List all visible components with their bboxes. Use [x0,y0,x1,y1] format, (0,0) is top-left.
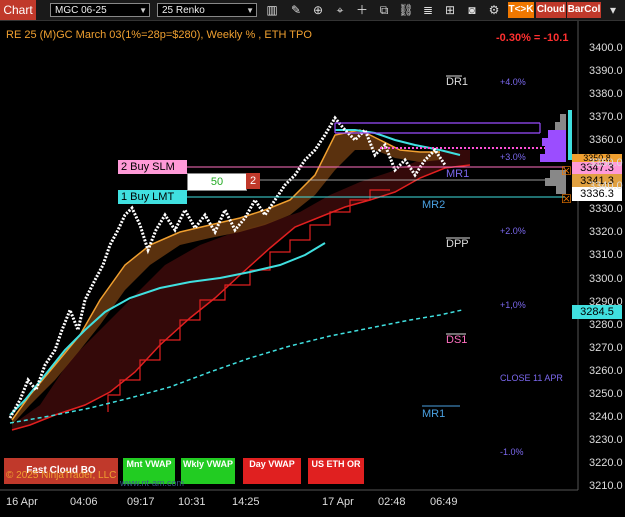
price-label: 3360.0 [589,134,623,147]
layers-icon[interactable]: ≣ [420,3,436,17]
pct-level-p1: +1,0% [500,300,526,310]
price-label: 3260.0 [589,364,623,377]
day-vwap-button[interactable]: Day VWAP [243,458,301,484]
close-x-icon[interactable]: ☒ [561,164,572,178]
sell-order-tag[interactable]: 2 Buy SLM [118,160,187,174]
weekly-vwap-button[interactable]: Wkly VWAP [181,458,235,484]
level-mr1-lower: MR1 [422,408,446,420]
close-label: CLOSE 11 APR [500,373,563,383]
level-dr1: DR1 [446,76,469,88]
price-label: 3280.0 [589,318,623,331]
copy-icon[interactable]: ⧉ [376,3,392,17]
pencil-icon[interactable]: ✎ [288,3,304,17]
instrument-selector[interactable]: MGC 06-25 ▼ [50,3,150,17]
slow-cloud [12,150,470,430]
plus-icon[interactable]: ＋ [354,3,370,17]
bar-type-value: 25 Renko [162,5,205,16]
bar-chart-icon[interactable]: ▥ [264,3,280,17]
price-label: 3340.0 [589,180,623,193]
pct-level-p3: +3.0% [500,152,526,162]
price-label: 3350.0 [589,157,623,170]
us-eth-or-button[interactable]: US ETH OR [308,458,364,484]
price-label: 3370.0 [589,111,623,124]
camera-icon[interactable]: ◙ [464,3,480,17]
price-label: 3400.0 [589,42,623,54]
level-mr1-upper: MR1 [446,168,470,180]
price-label: 3210.0 [589,479,623,492]
price-label: 3330.0 [589,203,623,216]
zoom-in-icon[interactable]: ⊕ [310,3,326,17]
watermark: www.nt-am.com [120,478,185,488]
barcol-button[interactable]: BarCol [567,2,601,18]
time-label: 17 Apr [322,496,354,508]
price-label: 3250.0 [589,387,623,400]
pct-level-m1: -1.0% [500,447,524,457]
level-mr2: MR2 [422,199,446,211]
chevron-down-icon[interactable]: ▾ [605,3,621,17]
price-label: 3290.0 [589,295,623,308]
cloud-button[interactable]: Cloud [536,2,566,18]
order-count-badge[interactable]: 2 [246,173,260,189]
price-label: 3270.0 [589,341,623,354]
time-label: 04:06 [70,496,98,508]
close-x-icon[interactable]: ☒ [561,192,572,206]
time-label: 06:49 [430,496,458,508]
price-label: 3230.0 [589,433,623,446]
chevron-down-icon: ▼ [246,6,254,15]
time-label: 02:48 [378,496,406,508]
chart-title: RE 25 (M)GC March 03(1%=28p=$280), Weekl… [6,29,312,41]
percent-change: -0.30% = -10.1 [496,32,569,44]
buy-order-tag[interactable]: 1 Buy LMT [118,190,187,204]
time-label: 10:31 [178,496,206,508]
chart-tab[interactable]: Chart [0,0,36,20]
copyright: © 2025 NinjaTrader, LLC [6,470,117,481]
price-label: 3220.0 [589,456,623,469]
time-label: 09:17 [127,496,155,508]
tpo-profile [540,110,572,194]
time-label: 14:25 [232,496,260,508]
price-label: 3310.0 [589,249,623,262]
chart-toolbar: Chart MGC 06-25 ▼ 25 Renko ▼ ▥ ✎ ⊕ ⌖ ＋ ⧉… [0,0,625,21]
crosshair-icon[interactable]: ⌖ [332,3,348,17]
pct-level-p2: +2.0% [500,226,526,236]
price-label: 3320.0 [589,226,623,239]
settings-icon[interactable]: ⚙ [486,3,502,17]
grid-icon[interactable]: ⊞ [442,3,458,17]
price-chart[interactable]: ☒ ☒ [0,21,625,496]
level-dpp: DPP [446,238,469,250]
quantity-field[interactable]: 50 [187,173,247,191]
level-ds1: DS1 [446,334,468,346]
time-label: 16 Apr [6,496,38,508]
price-label: 3240.0 [589,410,623,423]
bar-type-selector[interactable]: 25 Renko ▼ [157,3,257,17]
price-label: 3300.0 [589,272,623,285]
instrument-value: MGC 06-25 [55,5,107,16]
chevron-down-icon: ▼ [139,6,147,15]
tk-button[interactable]: T<>K [508,2,534,18]
pct-level-p4: +4.0% [500,77,526,87]
price-label: 3390.0 [589,65,623,78]
link-icon[interactable]: ⛓ [398,3,414,17]
price-label: 3380.0 [589,88,623,101]
